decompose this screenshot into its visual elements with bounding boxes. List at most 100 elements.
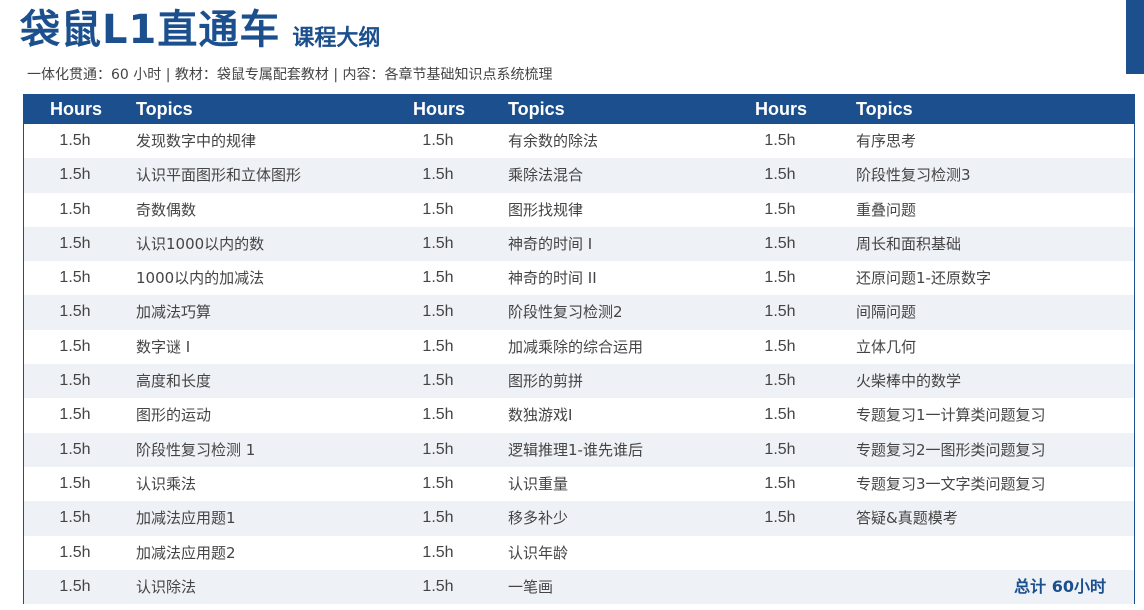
topic-cell: 图形找规律 xyxy=(508,200,584,219)
topic-cell: 乘除法混合 xyxy=(508,166,584,185)
topic-cell: 有序思考 xyxy=(856,132,917,150)
hours-cell: 1.5h xyxy=(764,474,796,492)
topic-cell: 神奇的时间 I xyxy=(508,234,593,253)
topic-cell: 还原问题1-还原数字 xyxy=(856,269,991,288)
topic-cell: 逻辑推理1-谁先谁后 xyxy=(508,440,643,459)
hours-cell: 1.5h xyxy=(59,372,91,390)
table-header: Hours Topics Hours Topics Hours Topics xyxy=(24,95,1134,124)
table-row: 1.5h 数字谜 I 1.5h 加减乘除的综合运用 1.5h 立体几何 xyxy=(24,330,1134,364)
hours-cell: 1.5h xyxy=(764,372,796,390)
hours-cell: 1.5h xyxy=(764,234,796,252)
hours-cell: 1.5h xyxy=(59,337,91,355)
table-row: 1.5h 奇数偶数 1.5h 图形找规律 1.5h 重叠问题 xyxy=(24,193,1134,227)
hours-cell: 1.5h xyxy=(422,509,454,527)
topic-cell: 一笔画 xyxy=(508,577,554,596)
hours-cell: 1.5h xyxy=(59,406,91,424)
table-row: 1.5h 加减法应用题2 1.5h 认识年龄 xyxy=(24,536,1134,570)
hours-cell: 1.5h xyxy=(764,440,796,458)
topic-cell: 认识重量 xyxy=(508,474,569,493)
hours-cell: 1.5h xyxy=(59,303,91,321)
topic-cell: 加减法巧算 xyxy=(136,303,212,322)
topic-cell: 高度和长度 xyxy=(136,372,212,391)
table-row: 1.5h 认识平面图形和立体图形 1.5h 乘除法混合 1.5h 阶段性复习检测3 xyxy=(24,158,1134,193)
topic-cell: 阶段性复习检测 1 xyxy=(136,440,256,459)
hours-cell: 1.5h xyxy=(59,132,91,149)
hours-cell: 1.5h xyxy=(764,166,796,184)
header-topics-3: Topics xyxy=(856,99,913,119)
table-row: 1.5h 认识除法 1.5h 一笔画 总计 60小时 xyxy=(24,569,1134,605)
topic-cell: 移多补少 xyxy=(508,509,569,528)
topic-cell: 认识除法 xyxy=(136,577,197,596)
page-title: 袋鼠L1直通车 xyxy=(20,7,281,53)
header-hours-1: Hours xyxy=(50,99,103,119)
table-body: 1.5h 发现数字中的规律 1.5h 有余数的除法 1.5h 有序思考 1.5h 认识平面图形… xyxy=(24,124,1134,605)
topic-cell: 图形的剪拼 xyxy=(508,372,584,391)
topic-cell: 奇数偶数 xyxy=(136,200,197,219)
topic-cell: 专题复习2一图形类问题复习 xyxy=(856,440,1046,459)
topic-cell: 认识年龄 xyxy=(508,543,569,562)
hours-cell: 1.5h xyxy=(59,577,91,595)
header-hours-2: Hours xyxy=(413,99,466,119)
table-row: 1.5h 1000以内的加减法 1.5h 神奇的时间 II 1.5h 还原问题1-还原数字 xyxy=(24,261,1134,295)
hours-cell: 1.5h xyxy=(59,474,91,492)
topic-cell: 有余数的除法 xyxy=(508,132,599,150)
hours-cell: 1.5h xyxy=(59,234,91,252)
topic-cell: 数独游戏I xyxy=(508,406,573,425)
hours-cell: 1.5h xyxy=(422,303,454,321)
hours-cell: 1.5h xyxy=(764,200,796,218)
header-hours-3: Hours xyxy=(755,99,808,119)
topic-cell: 重叠问题 xyxy=(856,200,917,219)
table-row: 1.5h 发现数字中的规律 1.5h 有余数的除法 1.5h 有序思考 xyxy=(24,124,1134,158)
topic-cell: 间隔问题 xyxy=(856,303,917,322)
topic-cell: 神奇的时间 II xyxy=(508,269,597,288)
topic-cell: 阶段性复习检测3 xyxy=(856,166,971,185)
topic-cell: 专题复习3一文字类问题复习 xyxy=(856,474,1046,493)
topic-cell: 火柴棒中的数学 xyxy=(856,372,962,391)
hours-cell: 1.5h xyxy=(764,132,796,149)
topic-cell: 答疑&真题模考 xyxy=(856,509,958,528)
header-topics-1: Topics xyxy=(136,99,193,119)
table-row: 1.5h 认识1000以内的数 1.5h 神奇的时间 I 1.5h 周长和面积基础 xyxy=(24,226,1134,262)
table-row: 1.5h 加减法巧算 1.5h 阶段性复习检测2 1.5h 间隔问题 xyxy=(24,295,1134,330)
table-row: 1.5h 阶段性复习检测 1 1.5h 逻辑推理1-谁先谁后 1.5h 专题复习2一图形类… xyxy=(24,432,1134,467)
topic-cell: 立体几何 xyxy=(856,337,917,356)
hours-cell: 1.5h xyxy=(422,166,454,184)
hours-cell: 1.5h xyxy=(422,474,454,492)
header-topics-2: Topics xyxy=(508,99,565,119)
topic-cell: 认识乘法 xyxy=(136,474,197,493)
total-hours: 总计 60小时 xyxy=(1014,576,1106,596)
hours-cell: 1.5h xyxy=(59,440,91,458)
topic-cell: 阶段性复习检测2 xyxy=(508,303,623,322)
topic-cell: 认识1000以内的数 xyxy=(136,234,265,253)
hours-cell: 1.5h xyxy=(764,303,796,321)
table-row: 1.5h 高度和长度 1.5h 图形的剪拼 1.5h 火柴棒中的数学 xyxy=(24,364,1134,399)
hours-cell: 1.5h xyxy=(764,406,796,424)
topic-cell: 图形的运动 xyxy=(136,406,212,425)
hours-cell: 1.5h xyxy=(422,132,454,149)
hours-cell: 1.5h xyxy=(59,543,91,561)
hours-cell: 1.5h xyxy=(422,406,454,424)
course-info-line: 一体化贯通：60 小时 | 教材：袋鼠专属配套教材 | 内容：各章节基础知识点系… xyxy=(27,67,553,83)
hours-cell: 1.5h xyxy=(764,509,796,527)
hours-cell: 1.5h xyxy=(422,200,454,218)
topic-cell: 认识平面图形和立体图形 xyxy=(136,166,302,185)
table-row: 1.5h 图形的运动 1.5h 数独游戏I 1.5h 专题复习1一计算类问题复习 xyxy=(24,398,1134,432)
hours-cell: 1.5h xyxy=(422,372,454,390)
hours-cell: 1.5h xyxy=(59,269,91,287)
topic-cell: 加减乘除的综合运用 xyxy=(508,337,644,356)
topic-cell: 周长和面积基础 xyxy=(856,234,962,253)
hours-cell: 1.5h xyxy=(422,543,454,561)
hours-cell: 1.5h xyxy=(422,337,454,355)
page-header: 袋鼠L1直通车 课程大纲 xyxy=(20,2,380,58)
topic-cell: 加减法应用题2 xyxy=(136,543,236,562)
hours-cell: 1.5h xyxy=(422,577,454,595)
topic-cell: 1000以内的加减法 xyxy=(136,269,265,288)
topic-cell: 发现数字中的规律 xyxy=(136,132,257,150)
hours-cell: 1.5h xyxy=(422,269,454,287)
topic-cell: 专题复习1一计算类问题复习 xyxy=(856,406,1046,425)
table-row: 1.5h 认识乘法 1.5h 认识重量 1.5h 专题复习3一文字类问题复习 xyxy=(24,467,1134,501)
hours-cell: 1.5h xyxy=(59,166,91,184)
table-row: 1.5h 加减法应用题1 1.5h 移多补少 1.5h 答疑&真题模考 xyxy=(24,501,1134,536)
hours-cell: 1.5h xyxy=(764,269,796,287)
hours-cell: 1.5h xyxy=(422,234,454,252)
